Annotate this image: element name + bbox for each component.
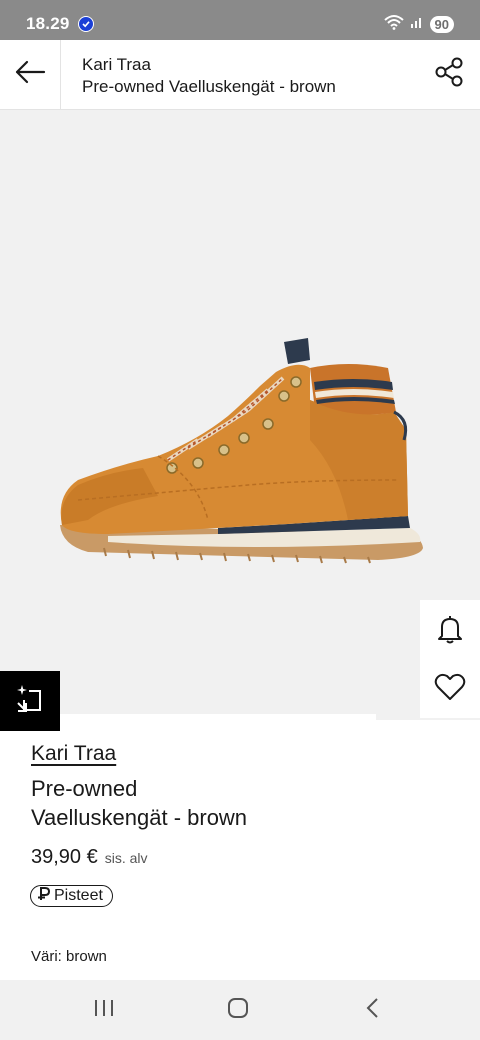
product-image-gallery[interactable] xyxy=(0,110,480,720)
system-back-button[interactable] xyxy=(352,994,392,1026)
price: 39,90 € xyxy=(31,846,98,868)
status-icons: 90 xyxy=(383,14,454,35)
product-title: Pre-owned Vaelluskengät - brown xyxy=(31,774,431,832)
points-badge[interactable]: Pisteet xyxy=(30,885,113,907)
color-label: Väri: brown xyxy=(31,948,107,965)
arrow-left-icon xyxy=(14,60,46,89)
similar-items-button[interactable] xyxy=(0,671,60,731)
share-icon xyxy=(434,56,466,93)
nav-back-icon xyxy=(365,997,379,1024)
signal-icon xyxy=(410,15,424,34)
heart-icon xyxy=(434,673,466,706)
wishlist-button[interactable] xyxy=(420,660,480,718)
side-actions xyxy=(420,600,480,718)
home-icon xyxy=(227,997,249,1024)
header-brand: Kari Traa xyxy=(82,55,151,74)
back-button[interactable] xyxy=(0,40,61,109)
recents-button[interactable] xyxy=(84,994,124,1026)
notify-button[interactable] xyxy=(420,602,480,660)
header-product-name: Pre-owned Vaelluskengät - brown xyxy=(82,77,336,96)
status-bar: 18.29 90 xyxy=(0,0,480,40)
battery-indicator: 90 xyxy=(429,16,454,33)
price-vat-note: sis. alv xyxy=(104,850,148,866)
status-time: 18.29 xyxy=(26,14,70,33)
verified-icon xyxy=(78,16,94,32)
top-app-bar: Kari Traa Pre-owned Vaelluskengät - brow… xyxy=(0,40,480,110)
points-icon xyxy=(37,887,51,905)
bell-icon xyxy=(436,614,464,649)
product-title-line-2: Vaelluskengät - brown xyxy=(31,805,248,830)
brand-link[interactable]: Kari Traa xyxy=(31,742,116,766)
recents-icon xyxy=(93,998,115,1023)
gallery-divider xyxy=(60,714,376,734)
home-button[interactable] xyxy=(218,994,258,1026)
system-nav-bar xyxy=(0,980,480,1040)
similar-items-icon xyxy=(14,683,46,720)
product-title-line-1: Pre-owned xyxy=(31,776,138,801)
share-button[interactable] xyxy=(432,56,468,92)
product-image-boot xyxy=(60,338,423,564)
price-row: 39,90 € sis. alv xyxy=(31,846,148,869)
points-label: Pisteet xyxy=(54,887,103,904)
wifi-icon xyxy=(383,14,404,35)
